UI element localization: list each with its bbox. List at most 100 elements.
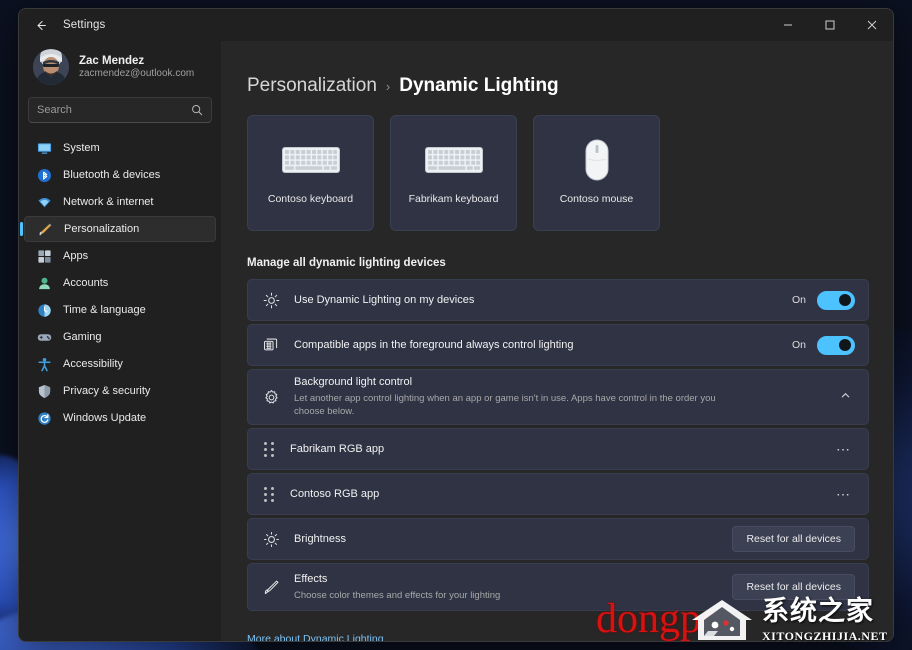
sidebar-item-label: Privacy & security [63, 385, 151, 397]
setting-label: Compatible apps in the foreground always… [294, 338, 574, 351]
page-title: Dynamic Lighting [399, 75, 559, 96]
chevron-right-icon: › [385, 79, 391, 94]
sidebar-item-gaming[interactable]: Gaming [24, 324, 216, 350]
minimize-button[interactable] [767, 9, 809, 41]
device-name: Fabrikam keyboard [408, 193, 499, 205]
setting-row-background-light-control[interactable]: Background light control Let another app… [247, 369, 869, 425]
paintbrush-icon [262, 578, 280, 596]
breadcrumb: Personalization › Dynamic Lighting [247, 41, 869, 115]
apps-stack-icon [262, 336, 280, 354]
windows-update-icon [36, 410, 52, 426]
reset-brightness-button[interactable]: Reset for all devices [732, 526, 855, 552]
sidebar-item-accounts[interactable]: Accounts [24, 270, 216, 296]
close-button[interactable] [851, 9, 893, 41]
network-icon [36, 194, 52, 210]
main-content: Personalization › Dynamic Lighting Conto… [221, 41, 893, 641]
sidebar-item-label: Gaming [63, 331, 102, 343]
app-name: Fabrikam RGB app [290, 442, 385, 455]
breadcrumb-parent[interactable]: Personalization [247, 75, 377, 97]
brightness-sun-icon [262, 530, 280, 548]
personalization-icon [37, 221, 53, 237]
device-card[interactable]: Fabrikam keyboard [390, 115, 517, 231]
profile-email: zacmendez@outlook.com [79, 67, 195, 79]
desktop-background: Settings Zac Mendez zacmendez@outlook.co… [0, 0, 912, 650]
search-icon [191, 104, 203, 116]
sidebar-item-time-language[interactable]: Time & language [24, 297, 216, 323]
sidebar-item-label: Accounts [63, 277, 109, 289]
toggle-state-label: On [791, 294, 806, 306]
gear-icon [262, 388, 280, 406]
toggle-state-label: On [791, 339, 806, 351]
setting-label: Background light control [294, 375, 413, 388]
setting-row-compatible-apps[interactable]: Compatible apps in the foreground always… [247, 324, 869, 366]
avatar [33, 49, 69, 85]
sidebar-item-label: Accessibility [63, 358, 123, 370]
keyboard-art-icon [424, 141, 483, 179]
sidebar-item-windows-update[interactable]: Windows Update [24, 405, 216, 431]
device-name: Contoso keyboard [267, 193, 354, 205]
gaming-icon [36, 329, 52, 345]
toggle-compatible-apps[interactable] [817, 335, 855, 355]
sidebar-item-label: Windows Update [63, 412, 147, 424]
sidebar: Zac Mendez zacmendez@outlook.com Search … [19, 41, 221, 641]
keyboard-art-icon [281, 141, 340, 179]
window-title: Settings [63, 19, 106, 31]
maximize-button[interactable] [809, 9, 851, 41]
section-title: Manage all dynamic lighting devices [247, 257, 446, 269]
sidebar-item-system[interactable]: System [24, 135, 216, 161]
app-name: Contoso RGB app [290, 487, 380, 500]
device-card-list: Contoso keyboard Fabrikam keyboard Conto… [247, 115, 869, 231]
app-list-item-contoso[interactable]: Contoso RGB app ⋯ [247, 473, 869, 515]
search-box[interactable] [28, 97, 212, 123]
drag-handle-icon[interactable] [262, 485, 276, 503]
setting-label: Brightness [294, 532, 346, 545]
setting-description: Choose color themes and effects for your… [294, 589, 501, 601]
profile-block[interactable]: Zac Mendez zacmendez@outlook.com [24, 41, 216, 95]
device-name: Contoso mouse [559, 193, 634, 205]
system-icon [36, 140, 52, 156]
sidebar-item-label: System [63, 142, 100, 154]
bluetooth-icon [36, 167, 52, 183]
settings-window: Settings Zac Mendez zacmendez@outlook.co… [18, 8, 894, 642]
back-button[interactable] [25, 10, 55, 40]
settings-rows: Use Dynamic Lighting on my devices On Co… [247, 279, 869, 611]
sidebar-item-personalization[interactable]: Personalization [24, 216, 216, 242]
title-bar: Settings [19, 9, 893, 41]
sidebar-item-label: Apps [63, 250, 89, 262]
setting-row-use-dynamic-lighting[interactable]: Use Dynamic Lighting on my devices On [247, 279, 869, 321]
setting-label: Use Dynamic Lighting on my devices [294, 293, 475, 306]
window-controls [767, 9, 893, 41]
accessibility-icon [36, 356, 52, 372]
setting-description: Let another app control lighting when an… [294, 392, 716, 418]
toggle-use-dynamic-lighting[interactable] [817, 290, 855, 310]
sidebar-item-label: Bluetooth & devices [63, 169, 161, 181]
sidebar-item-network-internet[interactable]: Network & internet [24, 189, 216, 215]
chevron-up-icon[interactable] [836, 390, 855, 404]
device-card[interactable]: Contoso mouse [533, 115, 660, 231]
reset-effects-button[interactable]: Reset for all devices [732, 574, 855, 600]
app-list-item-fabrikam[interactable]: Fabrikam RGB app ⋯ [247, 428, 869, 470]
sidebar-item-privacy-security[interactable]: Privacy & security [24, 378, 216, 404]
mouse-art-icon [584, 139, 610, 181]
more-about-dynamic-lighting-link[interactable]: More about Dynamic Lighting [247, 633, 384, 641]
more-options-icon[interactable]: ⋯ [832, 487, 855, 501]
profile-name: Zac Mendez [79, 54, 145, 67]
more-options-icon[interactable]: ⋯ [832, 442, 855, 456]
apps-icon [36, 248, 52, 264]
brightness-sun-icon [262, 291, 280, 309]
sidebar-item-accessibility[interactable]: Accessibility [24, 351, 216, 377]
setting-row-brightness[interactable]: Brightness Reset for all devices [247, 518, 869, 560]
privacy-security-icon [36, 383, 52, 399]
sidebar-item-label: Personalization [64, 223, 140, 235]
sidebar-item-bluetooth-devices[interactable]: Bluetooth & devices [24, 162, 216, 188]
sidebar-item-label: Network & internet [63, 196, 154, 208]
search-input[interactable] [37, 104, 191, 116]
sidebar-item-label: Time & language [63, 304, 146, 316]
drag-handle-icon[interactable] [262, 440, 276, 458]
device-card[interactable]: Contoso keyboard [247, 115, 374, 231]
time-language-icon [36, 302, 52, 318]
accounts-icon [36, 275, 52, 291]
setting-label: Effects [294, 572, 328, 585]
setting-row-effects[interactable]: Effects Choose color themes and effects … [247, 563, 869, 611]
sidebar-item-apps[interactable]: Apps [24, 243, 216, 269]
